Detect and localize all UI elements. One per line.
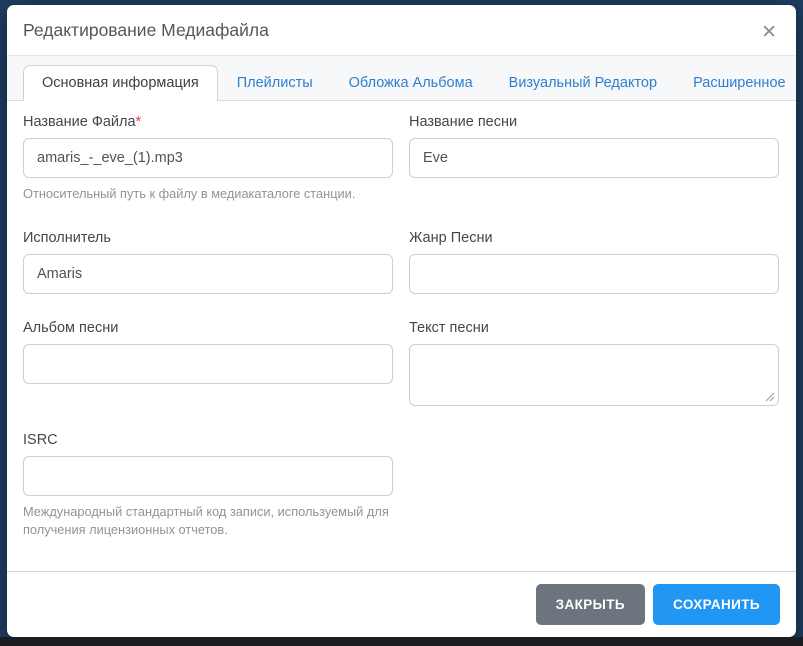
dialog-title: Редактирование Медиафайла [23, 20, 269, 40]
album-input[interactable] [23, 343, 393, 384]
tab-bar: Основная информация Плейлисты Обложка Ал… [7, 56, 796, 101]
required-asterisk: * [135, 114, 142, 130]
field-album: Альбом песни [23, 320, 393, 406]
edit-media-dialog: Редактирование Медиафайла ✕ Основная инф… [7, 5, 796, 637]
file-name-help: Относительный путь к файлу в медиакатало… [23, 186, 356, 201]
form-body: Название Файла* Относительный путь к фай… [7, 101, 796, 571]
tab-playlists[interactable]: Плейлисты [220, 65, 330, 100]
dialog-header: Редактирование Медиафайла ✕ [7, 5, 796, 56]
field-isrc: ISRC Международный стандартный код запис… [23, 432, 393, 540]
tab-album-art[interactable]: Обложка Альбома [332, 65, 490, 100]
field-lyrics: Текст песни [409, 320, 779, 406]
close-button[interactable]: ЗАКРЫТЬ [535, 584, 646, 625]
artist-input[interactable] [23, 253, 393, 294]
field-artist: Исполнитель [23, 230, 393, 294]
isrc-input[interactable] [23, 455, 393, 496]
tab-visual-editor[interactable]: Визуальный Редактор [492, 65, 674, 100]
backdrop-bottom-strip [0, 637, 803, 646]
isrc-label: ISRC [23, 431, 58, 448]
genre-input[interactable] [409, 253, 779, 294]
lyrics-textarea[interactable] [409, 343, 779, 406]
tab-advanced[interactable]: Расширенное [676, 65, 796, 100]
tab-basic-info[interactable]: Основная информация [23, 65, 218, 101]
file-name-input[interactable] [23, 138, 393, 178]
album-label: Альбом песни [23, 319, 119, 336]
dialog-footer: ЗАКРЫТЬ СОХРАНИТЬ [7, 571, 796, 637]
genre-label: Жанр Песни [409, 229, 493, 246]
isrc-help: Международный стандартный код записи, ис… [23, 503, 389, 538]
save-button[interactable]: СОХРАНИТЬ [653, 584, 780, 625]
lyrics-label: Текст песни [409, 319, 489, 336]
song-title-input[interactable] [409, 138, 779, 178]
file-name-label: Название Файла* [23, 114, 142, 130]
field-file-name: Название Файла* Относительный путь к фай… [23, 114, 393, 204]
artist-label: Исполнитель [23, 229, 111, 246]
song-title-label: Название песни [409, 114, 518, 130]
resize-handle-icon[interactable] [765, 392, 775, 402]
close-icon[interactable]: ✕ [755, 17, 783, 48]
field-song-title: Название песни [409, 114, 779, 204]
field-genre: Жанр Песни [409, 230, 779, 294]
